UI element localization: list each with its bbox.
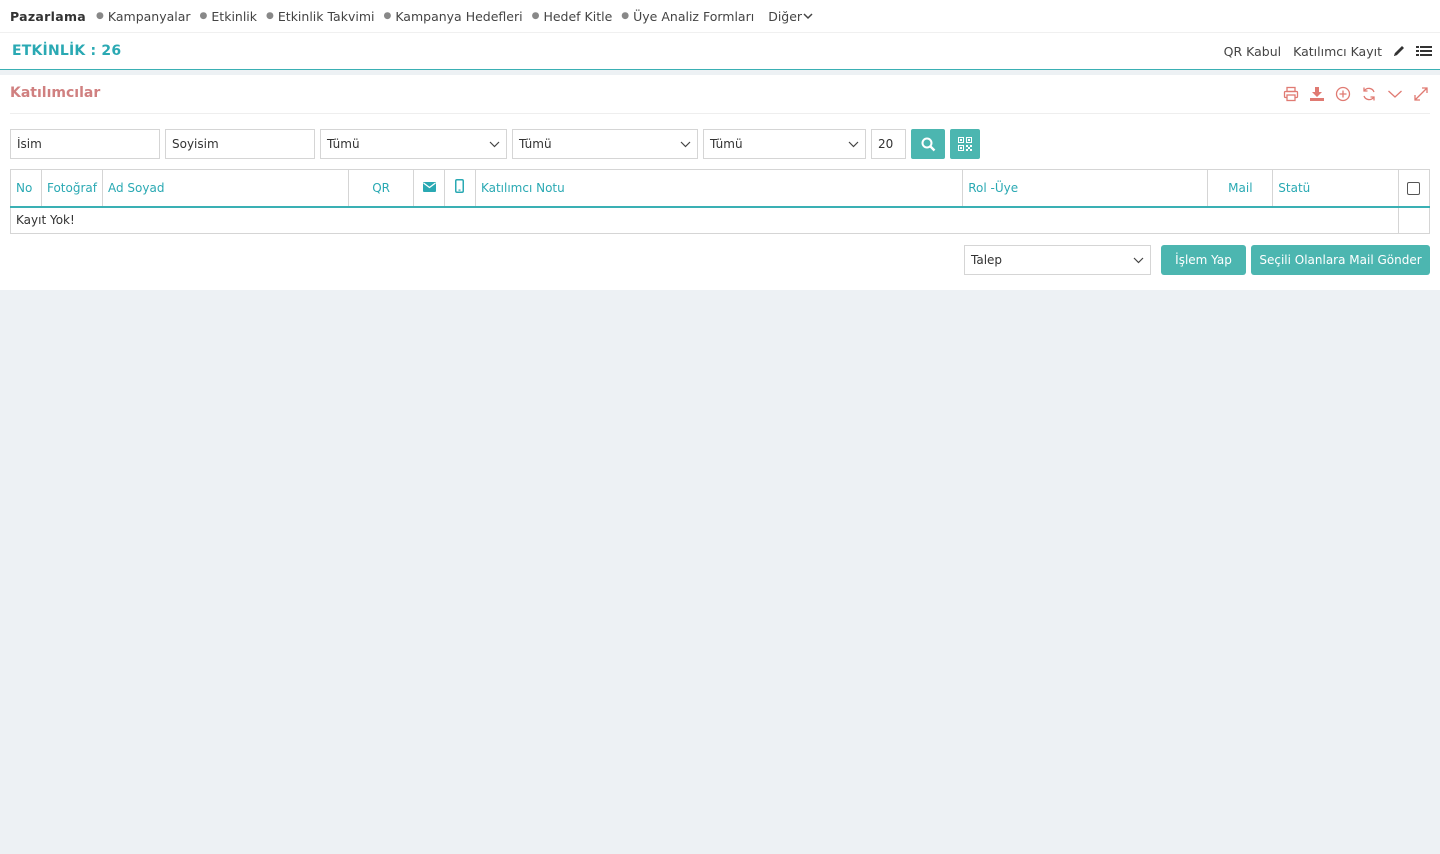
empty-message: Kayıt Yok! [10,206,1399,234]
bullet-icon: ● [96,11,104,21]
print-icon[interactable] [1282,85,1300,103]
mobile-phone-icon [455,179,465,194]
col-select-all[interactable] [1398,169,1430,208]
collapse-icon[interactable] [1386,85,1404,103]
chevron-down-icon [680,141,691,147]
row-select-cell [1397,206,1430,234]
panel-tools [1274,85,1430,103]
bullet-icon: ● [621,11,630,21]
participants-panel: Katılımcılar Tümü Tümü [0,75,1440,290]
filter-select-2[interactable]: Tümü [512,129,698,159]
name-input[interactable] [10,129,160,159]
col-qr[interactable]: QR [348,169,415,208]
qr-scan-button[interactable] [950,129,980,159]
chevron-down-icon [803,13,813,20]
search-icon [921,137,935,151]
process-button[interactable]: İşlem Yap [1161,245,1246,275]
nav-item-uye-analiz-formlari[interactable]: ● Üye Analiz Formları [621,9,754,24]
refresh-icon[interactable] [1360,85,1378,103]
nav-item-kampanya-hedefleri[interactable]: ● Kampanya Hedefleri [383,9,522,24]
bullet-icon: ● [383,11,392,21]
panel-title: Katılımcılar [10,85,101,101]
col-email[interactable] [413,169,445,208]
action-select[interactable]: Talep [964,245,1151,275]
header-actions: QR Kabul Katılımcı Kayıt [1212,44,1432,59]
katilimci-kayit-link[interactable]: Katılımcı Kayıt [1293,44,1382,59]
col-mail[interactable]: Mail [1207,169,1274,208]
nav-item-hedef-kitle[interactable]: ● Hedef Kitle [532,9,613,24]
nav-item-etkinlik-takvimi[interactable]: ● Etkinlik Takvimi [266,9,374,24]
add-circle-icon[interactable] [1334,85,1352,103]
search-button[interactable] [911,129,945,159]
surname-input[interactable] [165,129,315,159]
edit-icon[interactable] [1392,44,1406,58]
qr-kabul-link[interactable]: QR Kabul [1224,44,1281,59]
page-title: ETKİNLİK : 26 [12,43,122,59]
bullet-icon: ● [199,11,208,21]
bullet-icon: ● [531,11,540,21]
qr-code-icon [958,137,972,151]
nav-item-etkinlik[interactable]: ● Etkinlik [200,9,257,24]
filter-select-3[interactable]: Tümü [703,129,866,159]
page-size-input[interactable] [871,129,906,159]
col-name[interactable]: Ad Soyad [102,169,350,208]
col-no[interactable]: No [10,169,42,208]
col-note[interactable]: Katılımcı Notu [475,169,964,208]
send-mail-button[interactable]: Seçili Olanlara Mail Gönder [1251,245,1430,275]
select-all-checkbox[interactable] [1407,181,1421,195]
list-icon[interactable] [1416,44,1432,58]
expand-icon[interactable] [1412,85,1430,103]
nav-item-kampanyalar[interactable]: ● Kampanyalar [96,9,191,24]
col-role[interactable]: Rol -Üye [962,169,1209,208]
chevron-down-icon [848,141,859,147]
nav-brand[interactable]: Pazarlama [10,9,86,24]
envelope-icon [422,181,436,192]
col-status[interactable]: Statü [1272,169,1399,208]
col-photo[interactable]: Fotoğraf [41,169,103,208]
chevron-down-icon [1133,257,1144,263]
table-row: Kayıt Yok! [10,206,1430,234]
bullet-icon: ● [266,11,274,21]
nav-more-dropdown[interactable]: Diğer [768,9,813,24]
participants-table: No Fotoğraf Ad Soyad QR Katılımcı Notu R… [10,169,1430,234]
page-header: ETKİNLİK : 26 QR Kabul Katılımcı Kayıt [0,33,1440,70]
top-nav: Pazarlama ● Kampanyalar ● Etkinlik ● Etkinl… [0,0,1440,33]
panel-divider [10,113,1430,114]
download-icon[interactable] [1308,85,1326,103]
table-header-row: No Fotoğraf Ad Soyad QR Katılımcı Notu R… [10,169,1430,208]
chevron-down-icon [489,141,500,147]
col-phone[interactable] [444,169,476,208]
filter-select-1[interactable]: Tümü [320,129,507,159]
